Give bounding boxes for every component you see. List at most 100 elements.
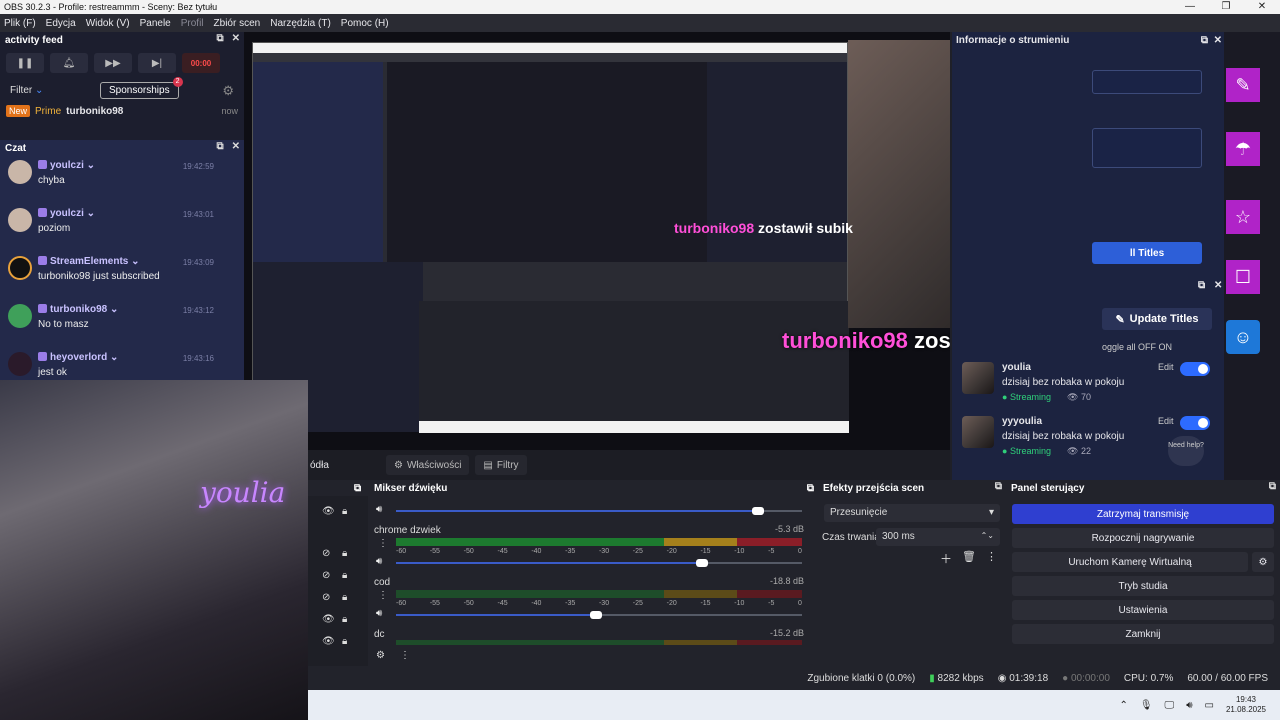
menu-scene-collection[interactable]: Zbiór scen: [214, 18, 261, 29]
eye-off-icon[interactable]: ⊘: [322, 570, 330, 581]
alert-text-small: zostawił subik: [758, 220, 853, 236]
more-menu-icon[interactable]: ⋮: [400, 650, 410, 661]
parachute-icon[interactable]: ☂: [1226, 132, 1260, 166]
undock-icon[interactable]: ⧉: [216, 141, 223, 152]
smiley-icon[interactable]: ☺: [1226, 320, 1260, 354]
stop-streaming-button[interactable]: Zatrzymaj transmisję: [1012, 504, 1274, 524]
speaker-icon[interactable]: 🔊︎: [376, 556, 382, 567]
volume-slider[interactable]: [396, 559, 802, 567]
undock-icon[interactable]: ⧉: [1201, 35, 1208, 46]
speaker-icon[interactable]: 🔊︎: [376, 608, 382, 619]
more-menu-icon[interactable]: ⋮: [378, 538, 388, 549]
chat-header: Czat ⧉ ✕: [0, 140, 244, 156]
lock-icon[interactable]: 🔒︎: [342, 570, 347, 581]
chat-username[interactable]: heyoverlord: [50, 352, 107, 363]
menu-edit[interactable]: Edycja: [46, 18, 76, 29]
chat-username[interactable]: StreamElements: [50, 256, 128, 267]
chat-username[interactable]: turboniko98: [50, 304, 107, 315]
edit-button[interactable]: Edit: [1158, 362, 1174, 372]
settings-button[interactable]: Ustawienia: [1012, 600, 1274, 620]
pencil-icon[interactable]: ✎: [1226, 68, 1260, 102]
close-dock-icon[interactable]: ✕: [232, 141, 240, 152]
skip-button[interactable]: ▶▶: [94, 53, 132, 73]
next-button[interactable]: ▶|: [138, 53, 176, 73]
close-dock-icon[interactable]: ✕: [1214, 35, 1222, 46]
account-toggle[interactable]: [1180, 362, 1210, 376]
eye-icon[interactable]: 👁︎: [322, 506, 335, 517]
microphone-icon[interactable]: 🎙︎: [1140, 700, 1153, 711]
update-titles-button[interactable]: ✎ Update Titles: [1102, 308, 1212, 330]
undock-icon[interactable]: ⧉: [1198, 280, 1205, 291]
undock-icon[interactable]: ⧉: [216, 33, 223, 44]
lock-icon[interactable]: 🔒︎: [342, 592, 347, 603]
gear-icon[interactable]: ⚙: [376, 650, 385, 661]
menu-docks[interactable]: Panele: [140, 18, 171, 29]
start-virtual-camera-button[interactable]: Uruchom Kamerę Wirtualną: [1012, 552, 1248, 572]
eye-off-icon[interactable]: ⊘: [322, 592, 330, 603]
edit-button[interactable]: Edit: [1158, 416, 1174, 426]
undock-icon[interactable]: ⧉: [1269, 481, 1276, 492]
volume-knob[interactable]: [590, 611, 602, 619]
recording-indicator[interactable]: 00:00: [182, 53, 220, 73]
eye-icon[interactable]: 👁︎: [322, 614, 335, 625]
chat-username[interactable]: youlczi: [50, 208, 84, 219]
volume-slider[interactable]: [396, 507, 802, 515]
close-icon[interactable]: ✕: [1244, 0, 1280, 14]
star-icon[interactable]: ☆: [1226, 200, 1260, 234]
menu-profile[interactable]: Profil: [181, 18, 204, 29]
volume-knob[interactable]: [696, 559, 708, 567]
virtual-camera-settings-button[interactable]: ⚙: [1252, 552, 1274, 572]
filters-button[interactable]: ▤ Filtry: [475, 455, 527, 475]
sponsorships-button[interactable]: Sponsorships 2: [100, 77, 183, 99]
more-menu-icon[interactable]: ⋮: [378, 590, 388, 601]
menu-file[interactable]: Plik (F): [4, 18, 36, 29]
exit-button[interactable]: Zamknij: [1012, 624, 1274, 644]
bell-icon[interactable]: 🔔︎: [50, 53, 88, 73]
add-icon[interactable]: ＋: [940, 550, 952, 567]
lock-icon[interactable]: 🔒︎: [342, 636, 347, 647]
taskbar-clock[interactable]: 19:43 21.08.2025: [1226, 695, 1266, 715]
studio-mode-button[interactable]: Tryb studia: [1012, 576, 1274, 596]
chat-icon[interactable]: ☐: [1226, 260, 1260, 294]
description-input[interactable]: [1092, 128, 1202, 168]
start-recording-button[interactable]: Rozpocznij nagrywanie: [1012, 528, 1274, 548]
monitor-icon[interactable]: 🖵: [1165, 700, 1175, 711]
undock-icon[interactable]: ⧉: [807, 483, 814, 494]
toggle-all-label[interactable]: oggle all OFF ON: [1102, 342, 1172, 352]
need-help-button[interactable]: Need help?: [1168, 436, 1204, 466]
properties-button[interactable]: ⚙ Właściwości: [386, 455, 470, 475]
speaker-icon[interactable]: 🔊︎: [1186, 700, 1192, 711]
gear-icon[interactable]: ⚙: [222, 83, 234, 99]
chevron-up-icon[interactable]: ⌃: [1119, 700, 1127, 711]
volume-slider[interactable]: [396, 611, 802, 619]
chat-username[interactable]: youlczi: [50, 160, 84, 171]
title-input[interactable]: [1092, 70, 1202, 94]
filter-dropdown[interactable]: Filter ⌄: [10, 85, 90, 96]
menu-help[interactable]: Pomoc (H): [341, 18, 389, 29]
close-dock-icon[interactable]: ✕: [232, 33, 240, 44]
minimize-icon[interactable]: —: [1172, 0, 1208, 14]
trash-icon[interactable]: 🗑︎: [962, 550, 976, 563]
transition-select[interactable]: Przesunięcie ▾: [824, 504, 1000, 522]
speaker-icon[interactable]: 🔊︎: [376, 504, 382, 515]
eye-off-icon[interactable]: ⊘: [322, 548, 330, 559]
update-all-titles-button[interactable]: ll Titles: [1092, 242, 1202, 264]
lock-icon[interactable]: 🔒︎: [342, 506, 347, 517]
lock-icon[interactable]: 🔒︎: [342, 614, 347, 625]
undock-icon[interactable]: ⧉: [354, 483, 361, 494]
more-menu-icon[interactable]: ⋮: [986, 550, 997, 563]
stepper-icon[interactable]: ⌃⌄: [981, 531, 994, 540]
stream-preview[interactable]: turboniko98 zostawił subik turboniko98 z…: [244, 32, 950, 450]
account-toggle[interactable]: [1180, 416, 1210, 430]
close-dock-icon[interactable]: ✕: [1214, 280, 1222, 291]
lock-icon[interactable]: 🔒︎: [342, 548, 347, 559]
menu-view[interactable]: Widok (V): [86, 18, 130, 29]
pause-button[interactable]: ❚❚: [6, 53, 44, 73]
maximize-icon[interactable]: ❐: [1208, 0, 1244, 14]
undock-icon[interactable]: ⧉: [995, 481, 1002, 492]
eye-icon[interactable]: 👁︎: [322, 636, 335, 647]
battery-icon[interactable]: ▭: [1205, 700, 1214, 711]
volume-knob[interactable]: [752, 507, 764, 515]
duration-input[interactable]: 300 ms ⌃⌄: [876, 528, 1000, 546]
menu-tools[interactable]: Narzędzia (T): [270, 18, 331, 29]
